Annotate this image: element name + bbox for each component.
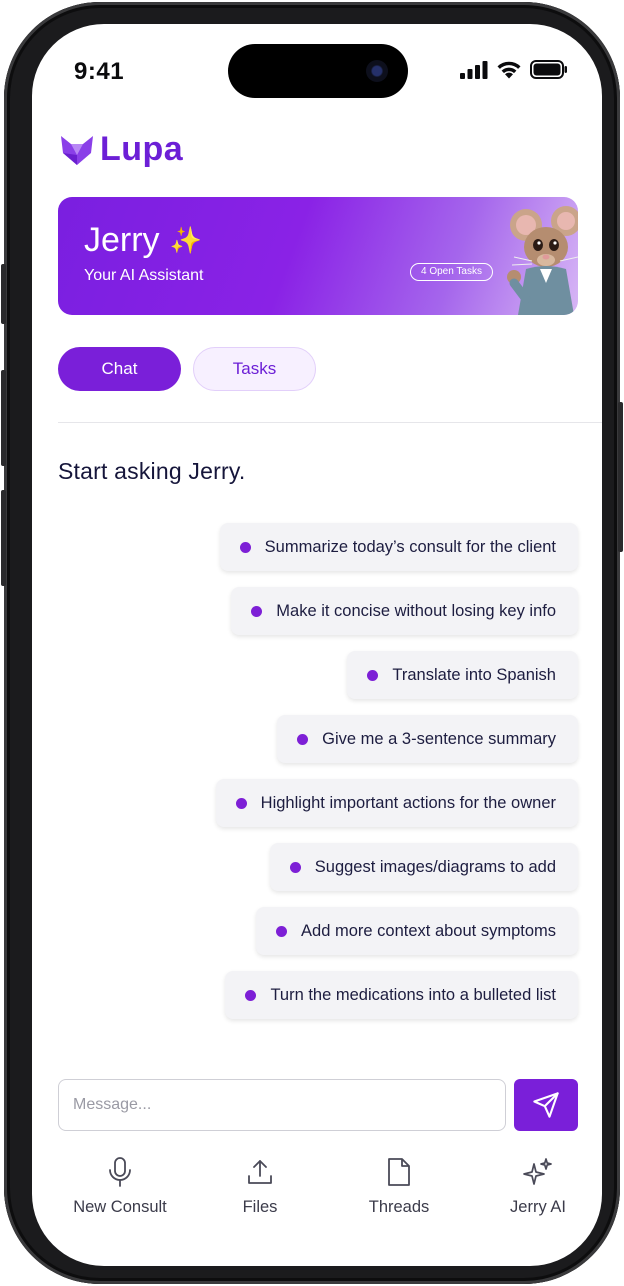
nav-label: Threads [368, 1198, 430, 1216]
start-heading: Start asking Jerry. [58, 458, 246, 484]
action-button [1, 264, 6, 324]
suggestion-chip[interactable]: Translate into Spanish [347, 651, 578, 699]
suggestion-chip[interactable]: Suggest images/diagrams to add [269, 843, 578, 891]
bullet-dot [289, 861, 301, 873]
nav-files[interactable]: Files [200, 1154, 320, 1217]
nav-threads[interactable]: Threads [339, 1154, 459, 1217]
power-button [618, 402, 623, 552]
suggestion-text: Highlight important actions for the owne… [260, 793, 556, 812]
phone-frame: 9:41 Lupa Jerry ✨ Your AI Assistant 4 Op… [1, 2, 623, 1284]
status-icons [460, 60, 568, 79]
bullet-dot [297, 733, 309, 745]
dynamic-island [228, 44, 408, 98]
app-logo: Lupa [60, 130, 183, 169]
suggestion-chip[interactable]: Give me a 3-sentence summary [277, 715, 578, 763]
suggestion-chip[interactable]: Turn the medications into a bulleted lis… [225, 971, 578, 1019]
suggestion-text: Make it concise without losing key info [276, 601, 556, 620]
mouse-mascot-icon [507, 206, 578, 315]
volume-down-button [1, 490, 6, 586]
sparkles-icon [523, 1158, 552, 1185]
suggestion-chip[interactable]: Add more context about symptoms [256, 907, 578, 955]
send-icon [533, 1092, 559, 1118]
suggestion-chip[interactable]: Make it concise without losing key info [231, 587, 578, 635]
bullet-dot [245, 989, 257, 1001]
logo-text: Lupa [100, 130, 184, 168]
suggestion-text: Give me a 3-sentence summary [322, 729, 556, 748]
suggestion-text: Add more context about symptoms [301, 921, 556, 940]
nav-label: New Consult [73, 1198, 167, 1216]
open-tasks-badge[interactable]: 4 Open Tasks [410, 263, 493, 281]
tab-chat[interactable]: Chat [58, 347, 181, 391]
nav-label: Jerry AI [510, 1198, 566, 1216]
suggestion-text: Translate into Spanish [392, 665, 556, 684]
camera-icon [366, 60, 388, 82]
suggestion-text: Turn the medications into a bulleted lis… [270, 985, 556, 1004]
assistant-name: Jerry ✨ [84, 221, 202, 260]
suggestion-chip[interactable]: Summarize today’s consult for the client [219, 523, 578, 571]
message-input[interactable] [58, 1079, 506, 1131]
cellular-signal-icon [460, 60, 488, 79]
tab-tasks[interactable]: Tasks [193, 347, 316, 391]
assistant-title: Jerry [84, 221, 160, 259]
nav-label: Files [242, 1198, 278, 1216]
sparkle-icon: ✨ [169, 225, 202, 255]
status-time: 9:41 [74, 58, 125, 85]
suggestion-chip[interactable]: Highlight important actions for the owne… [215, 779, 578, 827]
assistant-banner: Jerry ✨ Your AI Assistant 4 Open Tasks [58, 197, 578, 315]
upload-icon [248, 1160, 272, 1184]
volume-up-button [1, 370, 6, 466]
bullet-dot [276, 925, 288, 937]
fox-logo-icon [61, 135, 93, 165]
suggestion-text: Suggest images/diagrams to add [314, 857, 556, 876]
nav-jerry-ai[interactable]: Jerry AI [478, 1154, 598, 1217]
wifi-icon [497, 61, 521, 79]
suggestion-text: Summarize today’s consult for the client [264, 537, 556, 556]
divider [58, 422, 602, 423]
screen: 9:41 Lupa Jerry ✨ Your AI Assistant 4 Op… [32, 24, 602, 1266]
document-icon [388, 1158, 410, 1186]
bullet-dot [251, 605, 263, 617]
microphone-icon [109, 1157, 131, 1187]
bullet-dot [235, 797, 247, 809]
send-button[interactable] [514, 1079, 578, 1131]
bullet-dot [239, 541, 251, 553]
assistant-subtitle: Your AI Assistant [84, 267, 204, 284]
nav-new-consult[interactable]: New Consult [60, 1154, 180, 1217]
battery-icon [530, 60, 567, 79]
bullet-dot [367, 669, 379, 681]
